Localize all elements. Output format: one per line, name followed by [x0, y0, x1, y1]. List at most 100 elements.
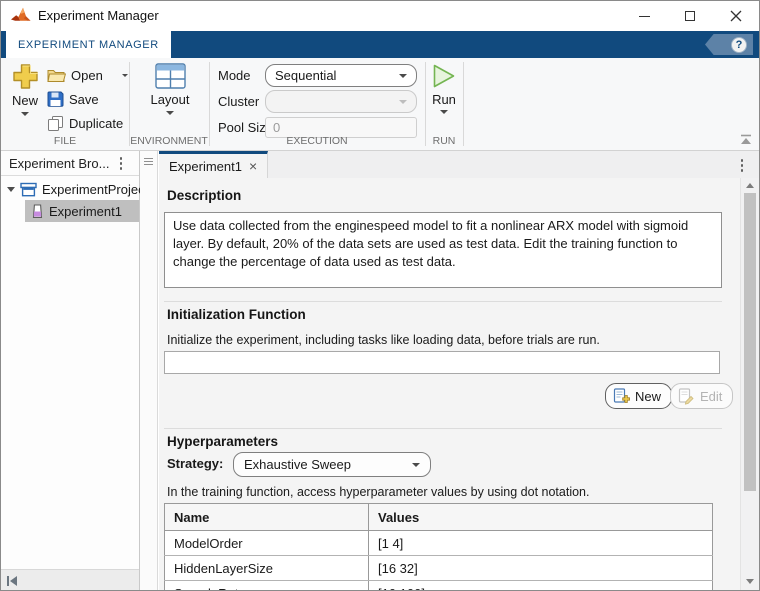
panel-splitter[interactable] [140, 151, 158, 590]
table-row[interactable]: SampleRate [10 100] [164, 580, 713, 590]
run-button[interactable]: Run [427, 63, 461, 114]
document-tab-strip: Experiment1 × [159, 151, 759, 178]
description-heading: Description [167, 188, 242, 203]
toolstrip: New Open Save Duplicate FILE Layout ENVI… [1, 58, 759, 151]
hyperparameters-table: Name Values ModelOrder [1 4] HiddenLayer… [164, 503, 713, 590]
cluster-caret-icon [399, 99, 407, 104]
cluster-label: Cluster [218, 94, 260, 109]
scrollbar-thumb[interactable] [744, 193, 756, 491]
save-label: Save [69, 91, 99, 107]
title-bar: Experiment Manager [1, 1, 759, 31]
table-row[interactable]: HiddenLayerSize [16 32] [164, 555, 713, 581]
layout-button[interactable]: Layout [139, 63, 201, 115]
run-label: Run [432, 92, 456, 107]
init-new-label: New [635, 388, 662, 404]
table-row[interactable]: ModelOrder [1 4] [164, 530, 713, 556]
open-dropdown-caret-icon[interactable] [121, 73, 128, 77]
new-function-icon [613, 387, 630, 403]
ribbon-tab-bar: EXPERIMENT MANAGER ? [1, 31, 759, 58]
column-header-values[interactable]: Values [368, 503, 713, 531]
expander-icon[interactable] [7, 186, 15, 192]
save-icon [47, 91, 64, 107]
edit-function-icon [678, 387, 694, 405]
init-edit-label: Edit [700, 388, 723, 404]
layout-label: Layout [150, 92, 190, 107]
scroll-up-icon[interactable] [746, 183, 754, 188]
experiment-manager-window: Experiment Manager EXPERIMENT MANAGER ? … [0, 0, 760, 591]
hyperparameters-help: In the training function, access hyperpa… [167, 485, 590, 499]
browser-tree: ExperimentProject Experiment1 [1, 178, 148, 222]
mode-label: Mode [218, 68, 251, 83]
section-file: FILE [53, 135, 77, 147]
duplicate-icon [48, 115, 63, 131]
hyperparameter-name[interactable]: SampleRate [164, 580, 369, 590]
collapse-ribbon-button[interactable] [739, 134, 753, 146]
matlab-logo-icon [11, 7, 31, 21]
document-area: Experiment1 × Description Use data colle… [159, 151, 759, 590]
content-vertical-scrollbar[interactable] [740, 178, 759, 590]
tree-item-label: Experiment1 [49, 203, 122, 219]
hyperparameter-values[interactable]: [16 32] [368, 555, 713, 581]
experiment-browser-panel: Experiment Bro... ExperimentProject Expe… [1, 151, 148, 590]
table-header-row: Name Values [164, 503, 713, 531]
run-dropdown-caret-icon[interactable] [440, 110, 448, 114]
mode-dropdown[interactable]: Sequential [265, 64, 417, 87]
new-dropdown-caret-icon[interactable] [21, 112, 29, 116]
mode-value: Sequential [275, 68, 337, 83]
new-plus-icon [12, 64, 38, 89]
section-environment: ENVIRONMENT [130, 135, 208, 147]
hyperparameter-values[interactable]: [10 100] [368, 580, 713, 590]
minimize-button[interactable] [621, 1, 667, 31]
section-execution: EXECUTION [286, 135, 348, 147]
init-function-heading: Initialization Function [167, 307, 306, 322]
tab-close-icon[interactable]: × [249, 159, 257, 173]
init-function-input[interactable] [164, 351, 720, 374]
open-folder-icon [47, 69, 66, 82]
run-icon [433, 64, 455, 88]
strategy-label: Strategy: [167, 456, 224, 471]
tab-label: Experiment1 [169, 158, 242, 174]
experiment-icon [32, 203, 43, 218]
new-label: New [11, 93, 38, 108]
browser-title: Experiment Bro... [9, 156, 110, 171]
layout-icon [154, 63, 186, 89]
description-textarea[interactable]: Use data collected from the enginespeed … [164, 212, 722, 288]
tree-item-experiment[interactable]: Experiment1 [1, 200, 139, 222]
strategy-value: Exhaustive Sweep [244, 457, 351, 472]
strategy-caret-icon [412, 462, 420, 467]
new-button[interactable]: New [7, 63, 43, 116]
hyperparameter-name[interactable]: ModelOrder [164, 530, 369, 556]
scroll-down-icon[interactable] [746, 579, 754, 584]
tree-item-label: ExperimentProject [42, 181, 149, 197]
open-label: Open [71, 67, 103, 83]
scroll-to-start-icon[interactable] [6, 575, 18, 587]
duplicate-label: Duplicate [69, 115, 124, 131]
help-button[interactable]: ? [705, 34, 753, 55]
hyperparameters-heading: Hyperparameters [167, 434, 279, 449]
hyperparameter-name[interactable]: HiddenLayerSize [164, 555, 369, 581]
tree-item-project[interactable]: ExperimentProject [1, 178, 148, 200]
section-run: RUN [432, 135, 456, 147]
save-button[interactable]: Save [47, 88, 99, 110]
document-menu-icon[interactable] [738, 156, 747, 175]
mode-caret-icon [399, 73, 407, 78]
browser-menu-icon[interactable] [117, 154, 126, 173]
layout-dropdown-caret-icon[interactable] [166, 111, 174, 115]
cluster-dropdown [265, 90, 417, 113]
init-new-button[interactable]: New [605, 383, 673, 409]
browser-horizontal-scrollbar[interactable] [1, 569, 139, 590]
browser-header: Experiment Bro... [1, 151, 139, 176]
column-header-name[interactable]: Name [164, 503, 369, 531]
tab-experiment-manager[interactable]: EXPERIMENT MANAGER [6, 31, 171, 58]
close-button[interactable] [713, 1, 759, 31]
maximize-button[interactable] [667, 1, 713, 31]
init-function-help: Initialize the experiment, including tas… [167, 333, 600, 347]
tab-experiment1[interactable]: Experiment1 × [159, 151, 269, 178]
project-icon [20, 182, 37, 196]
duplicate-button[interactable]: Duplicate [47, 112, 123, 134]
hyperparameter-values[interactable]: [1 4] [368, 530, 713, 556]
help-icon: ? [731, 36, 747, 53]
strategy-dropdown[interactable]: Exhaustive Sweep [233, 452, 431, 477]
open-button[interactable]: Open [47, 64, 128, 86]
close-icon [730, 10, 742, 22]
